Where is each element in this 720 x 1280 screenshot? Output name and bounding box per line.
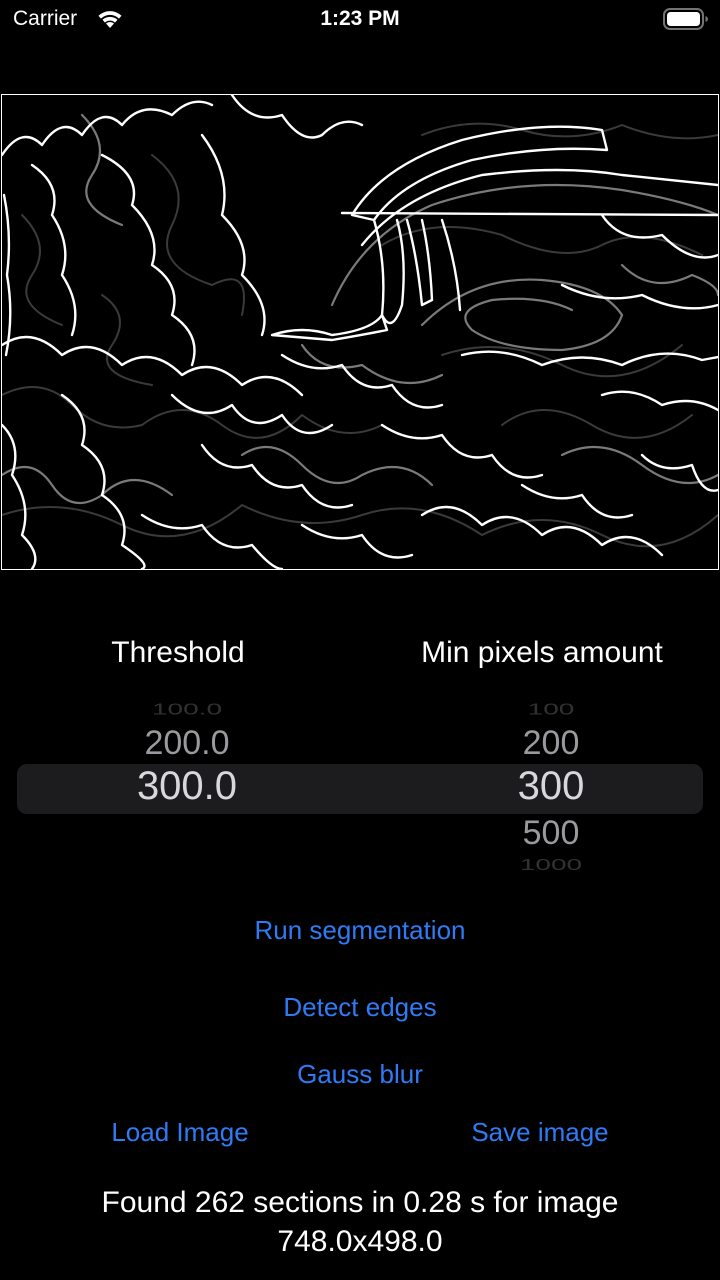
threshold-title: Threshold <box>111 636 245 669</box>
min-pixels-option[interactable]: 200 <box>420 724 682 763</box>
detect-edges-button[interactable]: Detect edges <box>160 992 560 1023</box>
min-pixels-option[interactable]: 1000 <box>420 856 682 874</box>
threshold-option[interactable]: 200.0 <box>60 724 314 763</box>
clock: 1:23 PM <box>320 7 400 30</box>
load-image-button[interactable]: Load Image <box>60 1117 300 1148</box>
min-pixels-option[interactable]: 100 <box>420 701 682 718</box>
status-bar: Carrier 1:23 PM <box>0 0 720 40</box>
min-pixels-title: Min pixels amount <box>421 636 663 669</box>
threshold-picker[interactable]: 100.0 200.0 300.0 <box>60 690 314 880</box>
edge-map-image <box>2 95 718 569</box>
battery-icon <box>663 8 709 35</box>
min-pixels-selected-value[interactable]: 300 <box>420 764 682 809</box>
min-pixels-picker[interactable]: 100 200 300 500 1000 <box>420 690 682 880</box>
gauss-blur-button[interactable]: Gauss blur <box>160 1059 560 1090</box>
min-pixels-option[interactable]: 500 <box>420 814 682 853</box>
result-label: Found 262 sections in 0.28 s for image 7… <box>20 1183 700 1261</box>
threshold-selected-value[interactable]: 300.0 <box>60 764 314 809</box>
save-image-button[interactable]: Save image <box>420 1117 660 1148</box>
run-segmentation-button[interactable]: Run segmentation <box>160 915 560 946</box>
result-line-1: Found 262 sections in 0.28 s for image <box>101 1186 619 1219</box>
threshold-option[interactable]: 100.0 <box>60 701 314 718</box>
result-line-2: 748.0x498.0 <box>277 1225 443 1258</box>
segmented-image-view <box>1 94 719 570</box>
